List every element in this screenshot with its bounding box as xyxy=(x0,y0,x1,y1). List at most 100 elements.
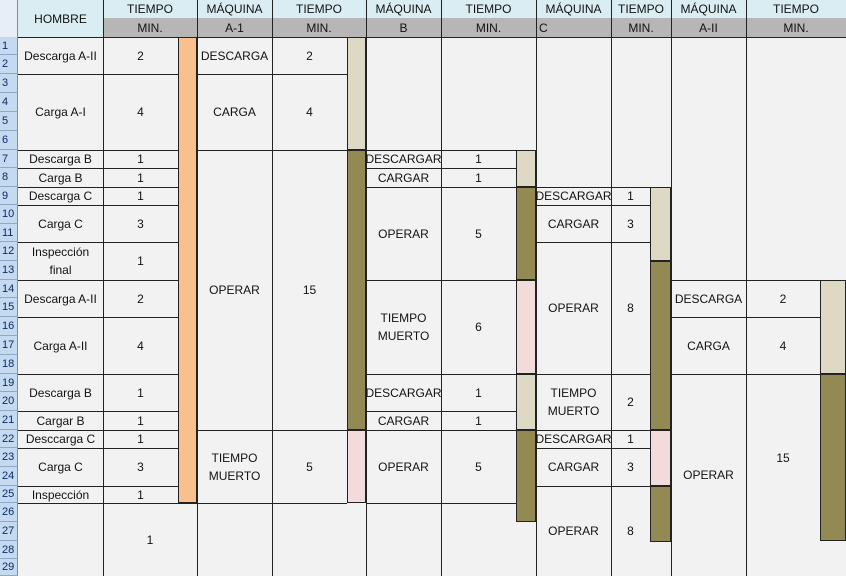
c-time: 2 xyxy=(627,395,634,409)
b-task: DESCARGAR xyxy=(366,152,441,166)
header-maquina-a1: MÁQUINA xyxy=(197,0,272,18)
row-number[interactable]: 1 xyxy=(0,37,18,55)
header-min-hombre: MIN. xyxy=(103,18,197,37)
row-number[interactable]: 23 xyxy=(0,448,18,467)
b-time: 5 xyxy=(475,459,482,474)
row-number[interactable]: 26 xyxy=(0,503,18,522)
hombre-time: 1 xyxy=(137,413,144,428)
hombre-time: 4 xyxy=(137,105,144,119)
row-number[interactable]: 16 xyxy=(0,317,18,336)
hombre-task: Cargar B xyxy=(36,413,85,428)
row-number[interactable]: 20 xyxy=(0,392,18,411)
header-c: C xyxy=(536,18,611,37)
c-task: OPERAR xyxy=(548,301,599,315)
row-number[interactable]: 3 xyxy=(0,74,18,93)
hombre-task: Carga A-II xyxy=(33,338,88,353)
row-number[interactable]: 27 xyxy=(0,522,18,541)
row-number[interactable]: 29 xyxy=(0,559,18,576)
hombre-task: Desccarga C xyxy=(25,432,96,446)
c-time: 8 xyxy=(627,524,634,538)
row-number[interactable]: 12 xyxy=(0,242,18,261)
row-number[interactable]: 8 xyxy=(0,168,18,187)
row-number[interactable]: 9 xyxy=(0,187,18,205)
hombre-task: Descarga A-II xyxy=(24,291,97,306)
row-number[interactable]: 4 xyxy=(0,93,18,112)
header-hombre: HOMBRE xyxy=(18,0,103,37)
row-number[interactable]: 25 xyxy=(0,486,18,503)
hombre-task: Descarga C xyxy=(28,189,93,203)
header-maquina-b: MÁQUINA xyxy=(366,0,441,18)
hombre-time: 1 xyxy=(137,487,144,502)
a2-time: 2 xyxy=(779,291,787,306)
b-task: OPERAR xyxy=(378,226,429,241)
row-number[interactable]: 24 xyxy=(0,467,18,486)
b-task: CARGAR xyxy=(377,413,430,428)
header-tiempo-hombre: TIEMPO xyxy=(103,0,197,18)
row-number[interactable]: 2 xyxy=(0,55,18,74)
row-number[interactable]: 22 xyxy=(0,430,18,448)
c-task: CARGAR xyxy=(547,460,600,474)
header-maquina-a2: MÁQUINA xyxy=(671,0,746,18)
bar-c-load xyxy=(650,187,671,261)
bar-b-load2 xyxy=(516,374,536,430)
hombre-time: 3 xyxy=(137,460,144,474)
c-time: 3 xyxy=(627,460,634,474)
b-task: DESCARGAR xyxy=(366,385,441,400)
row-number[interactable]: 14 xyxy=(0,280,18,298)
row-number[interactable]: 17 xyxy=(0,336,18,355)
row-number[interactable]: 11 xyxy=(0,224,18,242)
bar-a2-operate xyxy=(820,374,846,541)
row-number[interactable]: 28 xyxy=(0,541,18,559)
row-number[interactable]: 5 xyxy=(0,112,18,131)
header-a2: A-II xyxy=(671,18,746,37)
header-tiempo-a2: TIEMPO xyxy=(746,0,846,18)
hombre-task: Carga B xyxy=(38,170,83,185)
header-tiempo-c: TIEMPO xyxy=(611,0,671,18)
a1-task: DESCARGA xyxy=(200,48,269,63)
header-b: B xyxy=(366,18,441,37)
hombre-task xyxy=(18,503,103,576)
row-number[interactable]: 19 xyxy=(0,374,18,392)
header-min-c: MIN. xyxy=(611,18,671,37)
a1-task: OPERAR xyxy=(209,283,260,297)
row-number[interactable]: 7 xyxy=(0,150,18,168)
bar-c-operate2 xyxy=(650,486,671,542)
hombre-time: 1 xyxy=(137,254,144,268)
b-time: 1 xyxy=(475,170,482,185)
row-number[interactable]: 6 xyxy=(0,131,18,150)
header-min-a2: MIN. xyxy=(746,18,846,37)
c-task: DESCARGAR xyxy=(536,189,611,203)
c-time: 3 xyxy=(627,216,634,231)
row-number[interactable]: 13 xyxy=(0,261,18,280)
b-task: CARGAR xyxy=(377,170,430,185)
row-number[interactable]: 18 xyxy=(0,355,18,374)
header-min-a1: MIN. xyxy=(272,18,366,37)
b-time: 6 xyxy=(475,320,482,334)
c-task: CARGAR xyxy=(547,216,600,231)
hombre-time: 4 xyxy=(137,338,144,353)
row-number[interactable]: 15 xyxy=(0,298,18,317)
hombre-time: 1 xyxy=(137,432,144,446)
hombre-task: Carga C xyxy=(38,216,83,231)
a1-task: CARGA xyxy=(213,105,256,119)
a1-task: TIEMPO MUERTO xyxy=(208,450,261,483)
hombre-task: Inspección final xyxy=(31,245,90,277)
hombre-time: 2 xyxy=(137,48,144,63)
b-task: TIEMPO MUERTO xyxy=(377,311,430,343)
bar-a2-load xyxy=(820,280,846,374)
a2-time: 4 xyxy=(779,338,787,353)
a2-time: 15 xyxy=(776,450,790,465)
b-time: 1 xyxy=(475,413,482,428)
header-maquina-c: MÁQUINA xyxy=(536,0,611,18)
a1-time: 2 xyxy=(306,48,313,63)
bar-b-operate2 xyxy=(516,430,536,522)
bar-a1-idle xyxy=(347,430,366,503)
b-time: 1 xyxy=(475,385,482,400)
hombre-task: Carga C xyxy=(38,460,83,474)
row-number[interactable]: 10 xyxy=(0,205,18,224)
c-task: DESCARGAR xyxy=(536,432,611,446)
hombre-time: 2 xyxy=(137,291,144,306)
hombre-task: Descarga B xyxy=(29,152,92,166)
bar-c-operate xyxy=(650,261,671,430)
row-number[interactable]: 21 xyxy=(0,411,18,430)
